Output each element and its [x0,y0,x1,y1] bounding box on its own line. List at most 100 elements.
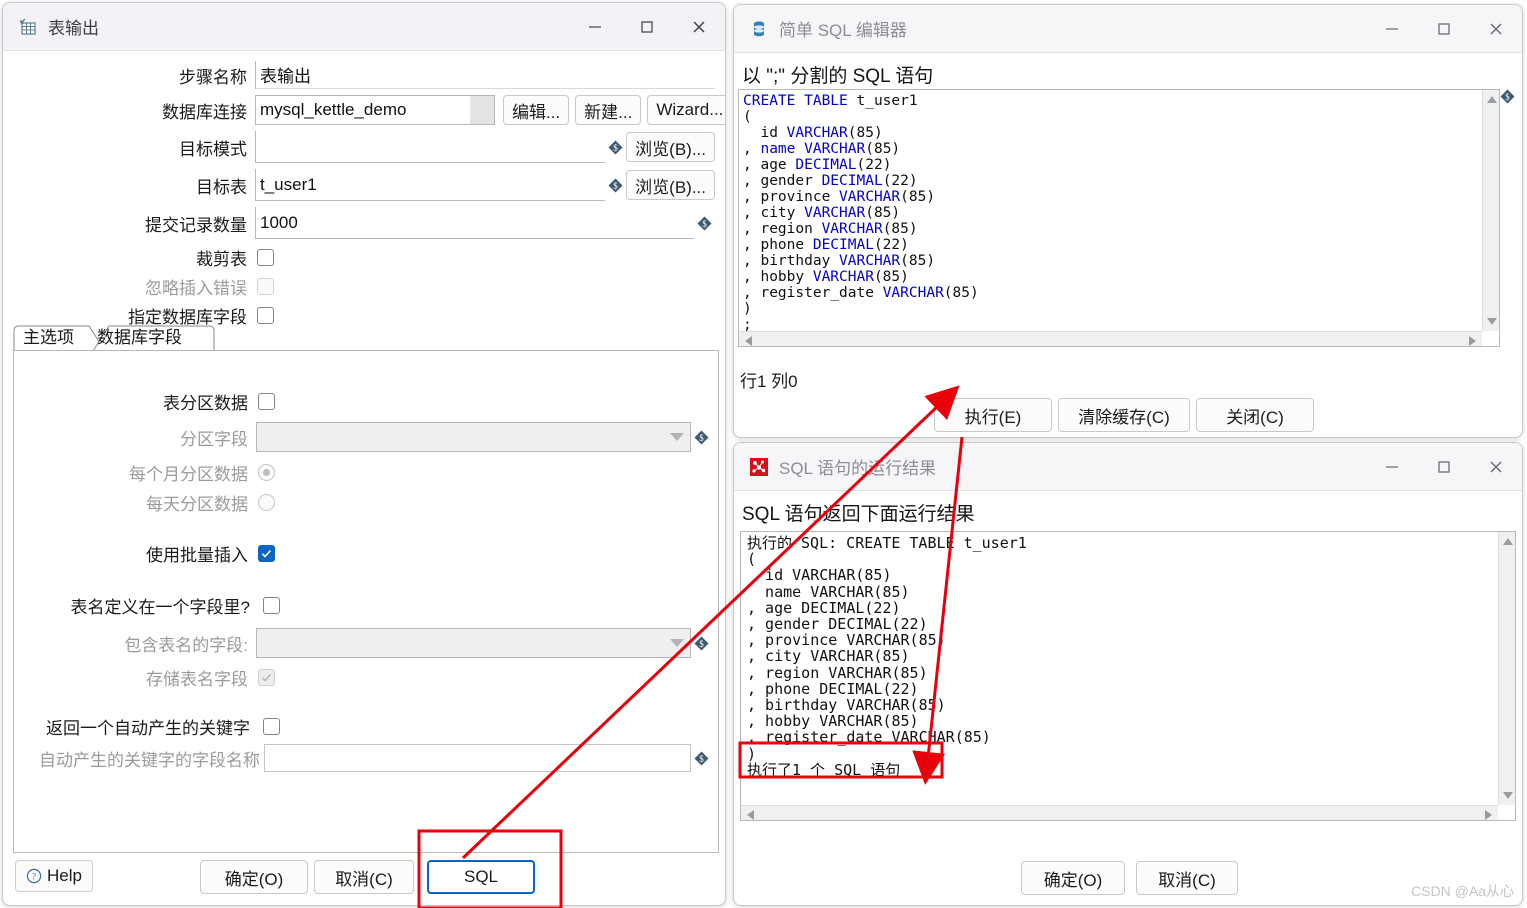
execute-button[interactable]: 执行(E) [934,398,1052,432]
sql-editor-dialog: 简单 SQL 编辑器 以 ";" 分割的 SQL 语句 CREATE TABLE… [733,4,1523,438]
sql-button[interactable]: SQL [427,860,535,894]
db-edit-button[interactable]: 编辑... [503,95,570,125]
db-new-button[interactable]: 新建... [575,95,642,125]
use-batch-insert-label: 使用批量插入 [146,546,248,565]
table-output-icon [17,16,39,38]
partition-monthly-radio [258,464,275,481]
row-step-name: 步骤名称 表输出 [3,61,725,89]
svg-text:$: $ [613,181,618,191]
table-output-title: 表输出 [48,19,99,38]
ok-button[interactable]: 确定(O) [200,860,308,894]
scroll-left-icon[interactable] [747,810,754,820]
sql-result-textarea[interactable]: 执行的 SQL: CREATE TABLE t_user1 ( id VARCH… [740,531,1516,821]
svg-text:$: $ [699,754,704,764]
scroll-down-icon[interactable] [1487,318,1497,325]
sql-result-window-controls [1366,443,1522,491]
db-connection-label: 数据库连接 [162,102,247,122]
close-icon[interactable] [1470,5,1522,53]
partition-daily-radio [258,494,275,511]
row-store-table-name-field: 存储表名字段 [14,665,718,690]
svg-text:$: $ [613,143,618,153]
db-connection-dropdown-button[interactable] [470,96,494,124]
options-tab-container: 主选项 数据库字段 表分区数据 分区字段 $ 每个月分区数据 每天分区数据 使用… [13,325,719,853]
partition-data-checkbox[interactable] [258,393,275,410]
minimize-icon[interactable] [1366,5,1418,53]
sql-editor-title: 简单 SQL 编辑器 [779,21,907,40]
scroll-down-icon[interactable] [1503,792,1513,799]
sql-editor-vertical-scrollbar[interactable] [1482,90,1499,331]
minimize-icon[interactable] [1366,443,1418,491]
commit-size-input[interactable]: 1000 [255,207,694,239]
chevron-down-icon [670,433,684,441]
help-icon: ? [26,868,42,884]
sql-editor-code[interactable]: CREATE TABLE t_user1 ( id VARCHAR(85) , … [739,90,1499,336]
maximize-icon[interactable] [621,3,673,51]
scroll-left-icon[interactable] [745,336,752,346]
scroll-up-icon[interactable] [1487,96,1497,103]
variable-indicator-icon: $ [694,751,709,766]
cancel-button[interactable]: 取消(C) [314,860,414,894]
scroll-up-icon[interactable] [1503,538,1513,545]
maximize-icon[interactable] [1418,443,1470,491]
use-batch-insert-checkbox[interactable] [258,545,275,562]
db-connection-combo[interactable]: mysql_kettle_demo [255,95,495,125]
target-schema-label: 目标模式 [179,139,247,159]
minimize-icon[interactable] [569,3,621,51]
chevron-down-icon [670,639,684,647]
ignore-insert-errors-label: 忽略插入错误 [145,279,247,298]
partition-daily-label: 每天分区数据 [146,495,248,514]
svg-text:$: $ [699,433,704,443]
close-button[interactable]: 关闭(C) [1196,398,1314,432]
field-with-table-name-combo [256,628,691,658]
partition-field-label: 分区字段 [180,429,248,449]
target-schema-input[interactable] [255,131,606,163]
db-wizard-button[interactable]: Wizard... [647,95,725,125]
target-table-input[interactable]: t_user1 [255,169,606,201]
target-table-browse-button[interactable]: 浏览(B)... [626,170,715,200]
table-output-button-bar: ? Help 确定(O) 取消(C) SQL [3,851,725,905]
partition-data-label: 表分区数据 [163,394,248,413]
step-name-input[interactable]: 表输出 [255,61,715,89]
sql-result-vertical-scrollbar[interactable] [1498,532,1515,805]
auto-key-field-name-input [264,744,691,772]
result-cancel-button[interactable]: 取消(C) [1136,861,1238,895]
sql-editor-horizontal-scrollbar[interactable] [739,331,1482,346]
variable-indicator-icon: $ [697,216,712,231]
maximize-icon[interactable] [1418,5,1470,53]
truncate-table-checkbox[interactable] [257,249,274,266]
row-table-name-in-field: 表名定义在一个字段里? [14,593,718,618]
table-name-in-field-checkbox[interactable] [263,597,280,614]
tab-db-fields[interactable]: 数据库字段 [97,323,182,348]
help-button[interactable]: ? Help [15,860,93,892]
return-auto-key-label: 返回一个自动产生的关键字 [46,719,250,738]
variable-indicator-icon: $ [608,178,623,193]
auto-key-field-name-label: 自动产生的关键字的字段名称 [39,750,260,770]
scroll-right-icon[interactable] [1469,336,1476,346]
step-name-label: 步骤名称 [179,67,247,87]
svg-text:$: $ [699,639,704,649]
scroll-right-icon[interactable] [1485,810,1492,820]
store-table-name-field-label: 存储表名字段 [146,670,248,689]
close-icon[interactable] [673,3,725,51]
specify-db-fields-checkbox[interactable] [257,307,274,324]
row-partition-daily: 每天分区数据 [14,490,718,515]
variable-indicator-icon: $ [1500,89,1515,104]
table-output-titlebar: 表输出 [3,3,725,51]
sql-result-titlebar: SQL 语句的运行结果 [734,443,1522,491]
clear-cache-button[interactable]: 清除缓存(C) [1058,398,1190,432]
sql-editor-textarea[interactable]: CREATE TABLE t_user1 ( id VARCHAR(85) , … [738,89,1500,347]
row-db-connection: 数据库连接 mysql_kettle_demo 编辑... 新建... Wiza… [3,95,725,125]
tab-main-options[interactable]: 主选项 [23,323,74,348]
result-ok-button[interactable]: 确定(O) [1021,861,1125,895]
target-schema-browse-button[interactable]: 浏览(B)... [626,132,715,162]
help-label: Help [47,866,82,885]
close-icon[interactable] [1470,443,1522,491]
commit-size-label: 提交记录数量 [145,215,247,235]
sql-result-header: SQL 语句返回下面运行结果 [742,504,975,525]
sql-result-horizontal-scrollbar[interactable] [741,805,1498,820]
target-table-label: 目标表 [196,177,247,197]
svg-text:$: $ [702,219,707,229]
row-use-batch-insert: 使用批量插入 [14,541,718,566]
partition-field-combo [256,422,691,452]
return-auto-key-checkbox[interactable] [263,718,280,735]
